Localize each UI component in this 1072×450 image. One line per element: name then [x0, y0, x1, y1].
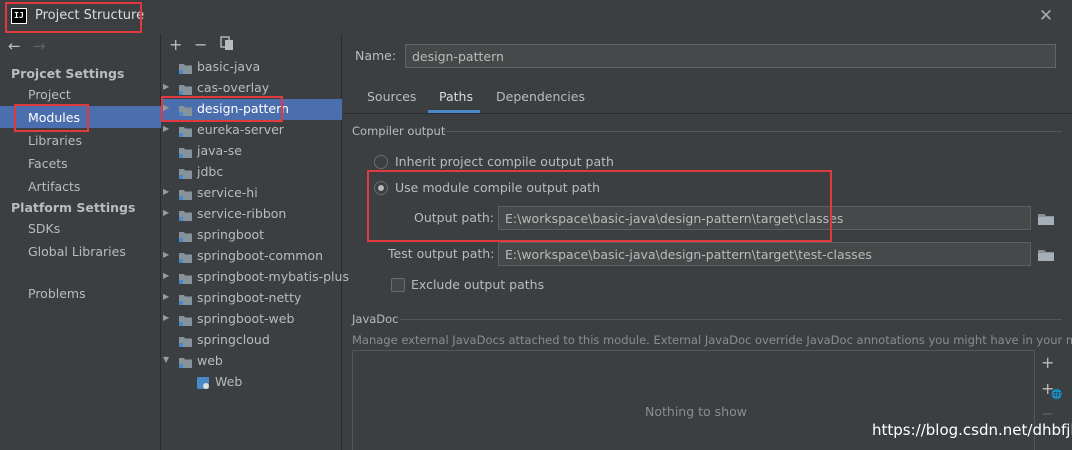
tree-item-label: springboot-netty: [197, 290, 302, 305]
sidebar-item-artifacts[interactable]: Artifacts: [28, 179, 80, 194]
tree-item[interactable]: ▶ springboot-web: [161, 309, 342, 330]
tree-item[interactable]: springboot: [161, 225, 342, 246]
tab-paths[interactable]: Paths: [439, 89, 473, 104]
tree-item[interactable]: ▶ eureka-server: [161, 120, 342, 141]
tree-item[interactable]: jdbc: [161, 162, 342, 183]
copy-icon[interactable]: [220, 36, 234, 51]
settings-sidebar: [0, 34, 161, 450]
tree-item[interactable]: java-se: [161, 141, 342, 162]
compiler-output-title: Compiler output: [352, 124, 446, 138]
module-folder-icon: [179, 251, 192, 263]
tree-item[interactable]: springcloud: [161, 330, 342, 351]
javadoc-divider: [400, 319, 1062, 320]
tab-dependencies[interactable]: Dependencies: [496, 89, 585, 104]
remove-module-button[interactable]: −: [194, 35, 207, 54]
exclude-output-checkbox[interactable]: [391, 278, 405, 292]
design-pattern-highlight-box: [161, 96, 283, 122]
inherit-output-radio[interactable]: [374, 155, 388, 169]
tree-item[interactable]: ▶ springboot-netty: [161, 288, 342, 309]
module-folder-icon: [179, 83, 192, 95]
sidebar-item-libraries[interactable]: Libraries: [28, 133, 82, 148]
test-output-path-label: Test output path:: [388, 246, 495, 261]
expand-arrow-icon[interactable]: ▶: [163, 292, 169, 301]
sidebar-item-global-libraries[interactable]: Global Libraries: [28, 244, 126, 259]
sidebar-item-facets[interactable]: Facets: [28, 156, 68, 171]
module-folder-icon: [179, 314, 192, 326]
module-folder-icon: [179, 146, 192, 158]
expand-arrow-icon[interactable]: ▶: [163, 187, 169, 196]
close-icon[interactable]: ✕: [1036, 6, 1056, 26]
web-facet-icon: [197, 377, 210, 389]
title-highlight-box: [5, 2, 142, 33]
collapse-arrow-icon[interactable]: ▼: [163, 355, 169, 364]
module-folder-icon: [179, 293, 192, 305]
sidebar-item-sdks[interactable]: SDKs: [28, 221, 60, 236]
module-folder-icon: [179, 335, 192, 347]
tree-item[interactable]: ▶ springboot-common: [161, 246, 342, 267]
tree-item-label: basic-java: [197, 59, 261, 74]
module-folder-icon: [179, 188, 192, 200]
platform-settings-header: Platform Settings: [11, 200, 136, 215]
tree-item-label: Web: [215, 374, 243, 389]
expand-arrow-icon[interactable]: ▶: [163, 208, 169, 217]
sidebar-item-problems[interactable]: Problems: [28, 286, 86, 301]
tree-item-label: java-se: [197, 143, 242, 158]
module-folder-icon: [179, 209, 192, 221]
name-label: Name:: [355, 48, 397, 63]
compiler-output-divider: [443, 131, 1062, 132]
module-folder-icon: [179, 125, 192, 137]
exclude-output-label: Exclude output paths: [411, 277, 545, 292]
expand-arrow-icon[interactable]: ▶: [163, 313, 169, 322]
tree-item[interactable]: Web: [161, 372, 342, 393]
title-bar: [0, 0, 1072, 34]
tree-item[interactable]: ▶ springboot-mybatis-plus: [161, 267, 349, 288]
back-arrow-icon[interactable]: ←: [8, 37, 21, 55]
test-output-path-input[interactable]: [498, 242, 1031, 266]
sidebar-item-project[interactable]: Project: [28, 87, 71, 102]
tree-item[interactable]: ▶ service-hi: [161, 183, 342, 204]
tree-item-label: cas-overlay: [197, 80, 270, 95]
empty-list-text: Nothing to show: [645, 404, 747, 419]
module-folder-icon: [179, 230, 192, 242]
tree-item-label: springcloud: [197, 332, 270, 347]
modules-highlight-box: [14, 104, 89, 132]
tree-item-label: eureka-server: [197, 122, 284, 137]
tree-item-label: jdbc: [197, 164, 224, 179]
tree-item-label: springboot: [197, 227, 265, 242]
tree-item[interactable]: ▶ service-ribbon: [161, 204, 342, 225]
add-javadoc-url-icon[interactable]: +🌐: [1041, 379, 1066, 400]
tab-sources[interactable]: Sources: [367, 89, 416, 104]
forward-arrow-icon[interactable]: →: [33, 37, 46, 55]
tree-item-label: web: [197, 353, 223, 368]
tree-item[interactable]: ▼ web: [161, 351, 342, 372]
tabs-divider: [343, 113, 1072, 114]
watermark: https://blog.csdn.net/dhbfjh: [872, 421, 1072, 439]
output-path-highlight-box: [367, 170, 832, 242]
javadoc-description: Manage external JavaDocs attached to thi…: [352, 333, 1072, 347]
expand-arrow-icon[interactable]: ▶: [163, 250, 169, 259]
module-folder-icon: [179, 62, 192, 74]
add-javadoc-icon[interactable]: +: [1041, 353, 1054, 372]
tree-item-label: service-ribbon: [197, 206, 287, 221]
tree-item[interactable]: basic-java: [161, 57, 342, 78]
tree-item-label: springboot-common: [197, 248, 324, 263]
expand-arrow-icon[interactable]: ▶: [163, 271, 169, 280]
javadoc-title: JavaDoc: [352, 312, 399, 326]
add-module-button[interactable]: +: [169, 35, 182, 54]
expand-arrow-icon[interactable]: ▶: [163, 82, 169, 91]
tree-item-label: service-hi: [197, 185, 258, 200]
tree-item-label: springboot-mybatis-plus: [197, 269, 349, 284]
module-folder-icon: [179, 272, 192, 284]
browse-folder-icon[interactable]: [1035, 207, 1057, 229]
tree-item-label: springboot-web: [197, 311, 295, 326]
module-folder-icon: [179, 167, 192, 179]
module-folder-icon: [179, 356, 192, 368]
module-name-input[interactable]: [405, 44, 1056, 68]
project-settings-header: Projcet Settings: [11, 66, 125, 81]
browse-test-folder-icon[interactable]: [1035, 243, 1057, 265]
expand-arrow-icon[interactable]: ▶: [163, 124, 169, 133]
inherit-output-label: Inherit project compile output path: [395, 154, 614, 169]
